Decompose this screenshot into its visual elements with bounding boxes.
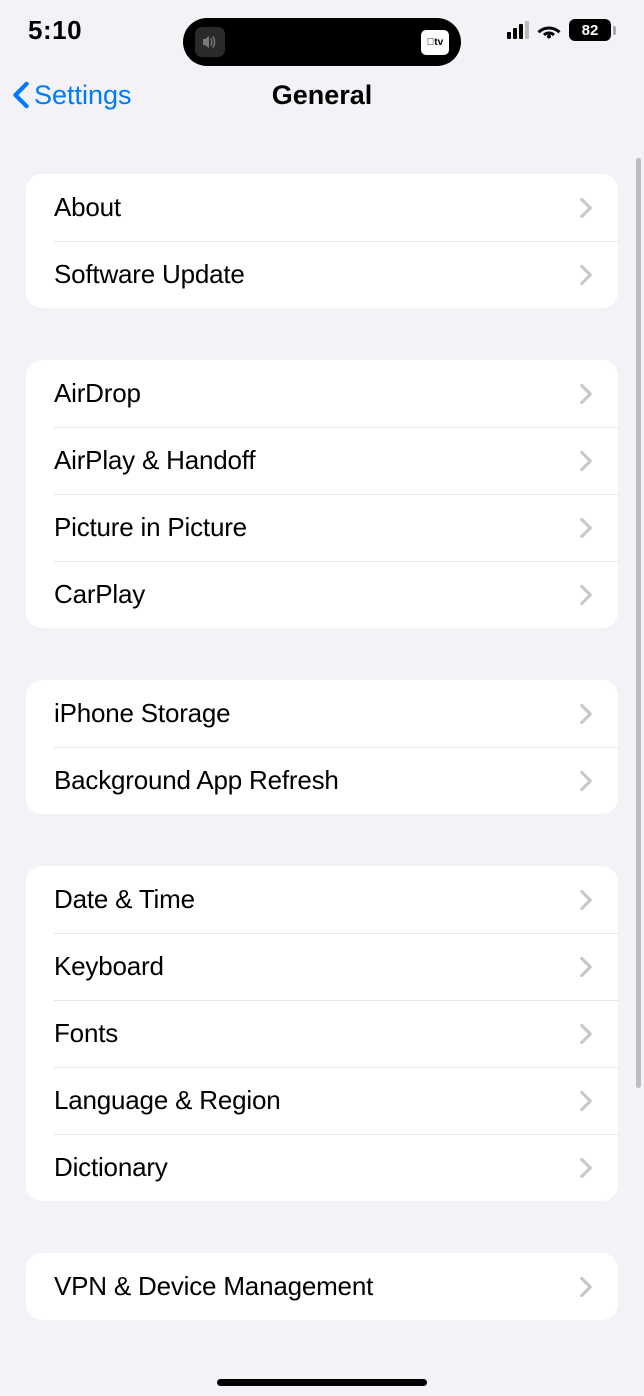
- chevron-right-icon: [580, 585, 592, 605]
- battery-level: 82: [569, 19, 611, 41]
- row-label: Software Update: [54, 259, 245, 290]
- section-airdrop: AirDrop AirPlay & Handoff Picture in Pic…: [26, 360, 618, 628]
- row-label: Date & Time: [54, 884, 195, 915]
- row-carplay[interactable]: CarPlay: [26, 561, 618, 628]
- content-area: About Software Update AirDrop AirPlay & …: [0, 130, 644, 1320]
- navigation-bar: Settings General: [0, 60, 644, 130]
- chevron-right-icon: [580, 704, 592, 724]
- chevron-right-icon: [580, 265, 592, 285]
- chevron-right-icon: [580, 1277, 592, 1297]
- scroll-indicator[interactable]: [636, 158, 641, 1088]
- row-label: Fonts: [54, 1018, 118, 1049]
- dynamic-island[interactable]: tv: [183, 18, 461, 66]
- back-button[interactable]: Settings: [12, 80, 132, 111]
- chevron-right-icon: [580, 451, 592, 471]
- battery-indicator: 82: [569, 19, 616, 41]
- status-indicators: 82: [507, 19, 616, 41]
- cellular-signal-icon: [507, 21, 529, 39]
- chevron-right-icon: [580, 518, 592, 538]
- row-iphone-storage[interactable]: iPhone Storage: [26, 680, 618, 747]
- row-fonts[interactable]: Fonts: [26, 1000, 618, 1067]
- row-label: Dictionary: [54, 1152, 168, 1183]
- row-label: About: [54, 192, 121, 223]
- section-about: About Software Update: [26, 174, 618, 308]
- row-software-update[interactable]: Software Update: [26, 241, 618, 308]
- row-label: Keyboard: [54, 951, 164, 982]
- chevron-right-icon: [580, 1091, 592, 1111]
- row-label: AirPlay & Handoff: [54, 445, 255, 476]
- chevron-right-icon: [580, 1158, 592, 1178]
- row-label: CarPlay: [54, 579, 145, 610]
- status-bar: 5:10 tv 82: [0, 0, 644, 60]
- row-about[interactable]: About: [26, 174, 618, 241]
- row-airplay-handoff[interactable]: AirPlay & Handoff: [26, 427, 618, 494]
- row-date-time[interactable]: Date & Time: [26, 866, 618, 933]
- back-label: Settings: [34, 80, 132, 111]
- home-indicator[interactable]: [217, 1379, 427, 1386]
- row-background-app-refresh[interactable]: Background App Refresh: [26, 747, 618, 814]
- status-time: 5:10: [28, 15, 82, 46]
- row-airdrop[interactable]: AirDrop: [26, 360, 618, 427]
- row-label: Background App Refresh: [54, 765, 339, 796]
- page-title: General: [272, 80, 373, 111]
- row-label: iPhone Storage: [54, 698, 230, 729]
- row-picture-in-picture[interactable]: Picture in Picture: [26, 494, 618, 561]
- row-language-region[interactable]: Language & Region: [26, 1067, 618, 1134]
- row-vpn-device-management[interactable]: VPN & Device Management: [26, 1253, 618, 1320]
- chevron-right-icon: [580, 957, 592, 977]
- speaker-icon: [195, 27, 225, 57]
- row-label: Language & Region: [54, 1085, 280, 1116]
- chevron-right-icon: [580, 198, 592, 218]
- row-label: AirDrop: [54, 378, 141, 409]
- apple-tv-icon: tv: [421, 30, 449, 55]
- chevron-right-icon: [580, 890, 592, 910]
- section-system: Date & Time Keyboard Fonts Language & Re…: [26, 866, 618, 1201]
- chevron-left-icon: [12, 81, 30, 109]
- section-storage: iPhone Storage Background App Refresh: [26, 680, 618, 814]
- section-vpn: VPN & Device Management: [26, 1253, 618, 1320]
- chevron-right-icon: [580, 1024, 592, 1044]
- row-label: VPN & Device Management: [54, 1271, 373, 1302]
- chevron-right-icon: [580, 771, 592, 791]
- row-keyboard[interactable]: Keyboard: [26, 933, 618, 1000]
- row-label: Picture in Picture: [54, 512, 247, 543]
- row-dictionary[interactable]: Dictionary: [26, 1134, 618, 1201]
- wifi-icon: [537, 21, 561, 39]
- chevron-right-icon: [580, 384, 592, 404]
